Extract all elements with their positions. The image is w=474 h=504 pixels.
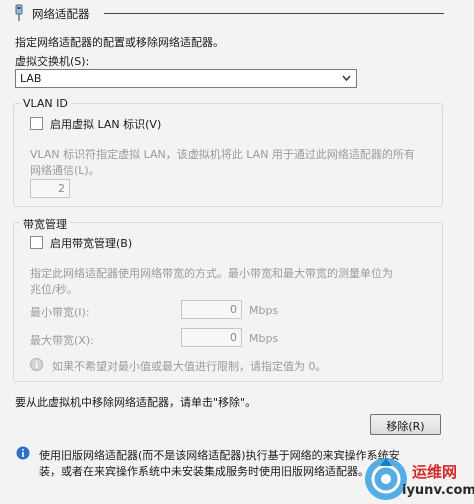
intro-text: 指定网络适配器的配置或移除网络适配器。 xyxy=(15,36,224,49)
remove-prompt: 要从此虚拟机中移除网络适配器，请单击"移除"。 xyxy=(15,396,257,409)
remove-button[interactable]: 移除(R) xyxy=(370,414,441,435)
vlan-id-input[interactable]: 2 xyxy=(30,179,70,198)
header-divider xyxy=(104,13,444,14)
vlan-group-label: VLAN ID xyxy=(20,97,71,110)
virtual-switch-value: LAB xyxy=(20,72,42,85)
min-bandwidth-unit: Mbps xyxy=(249,304,279,317)
max-bandwidth-label: 最大带宽(X): xyxy=(30,334,94,347)
vlan-enable-checkbox[interactable] xyxy=(30,117,43,130)
vlan-description-line2: 网络通信(L)。 xyxy=(30,164,100,177)
network-adapter-icon xyxy=(15,4,23,21)
bandwidth-enable-label[interactable]: 启用带宽管理(B) xyxy=(50,235,132,251)
bandwidth-info-text: 如果不希望对最小值或最大值进行限制，请指定值为 0。 xyxy=(52,360,327,373)
watermark-brand: 运维网 xyxy=(412,463,458,481)
vlan-enable-label[interactable]: 启用虚拟 LAN 标识(V) xyxy=(50,116,161,132)
bandwidth-description-line1: 指定此网络适配器使用网络带宽的方式。最小带宽和最大带宽的测量单位为 xyxy=(30,267,393,280)
vlan-description-line1: VLAN 标识符指定虚拟 LAN，该虚拟机将此 LAN 用于通过此网络适配器的所… xyxy=(30,148,415,161)
max-bandwidth-unit: Mbps xyxy=(249,332,279,345)
bandwidth-description-line2: 兆位/秒。 xyxy=(30,283,78,296)
watermark-url: iyunv.com xyxy=(402,483,474,498)
info-icon xyxy=(16,446,30,460)
min-bandwidth-input[interactable]: 0 xyxy=(181,300,242,319)
max-bandwidth-input[interactable]: 0 xyxy=(181,328,242,347)
page-title: 网络适配器 xyxy=(32,7,90,21)
bandwidth-group-label: 带宽管理 xyxy=(20,216,70,232)
info-icon xyxy=(30,358,43,371)
min-bandwidth-label: 最小带宽(I): xyxy=(30,306,90,319)
legacy-adapter-info-line1: 使用旧版网络适配器(而不是该网络适配器)执行基于网络的来宾操作系统安 xyxy=(39,449,400,462)
virtual-switch-select[interactable]: LAB xyxy=(15,69,357,88)
switch-label: 虚拟交换机(S): xyxy=(15,55,90,68)
legacy-adapter-info-line2: 装，或者在来宾操作系统中未安装集成服务时使用旧版网络适配器。 xyxy=(39,465,369,478)
chevron-down-icon xyxy=(342,75,351,82)
bandwidth-enable-checkbox[interactable] xyxy=(30,236,43,249)
